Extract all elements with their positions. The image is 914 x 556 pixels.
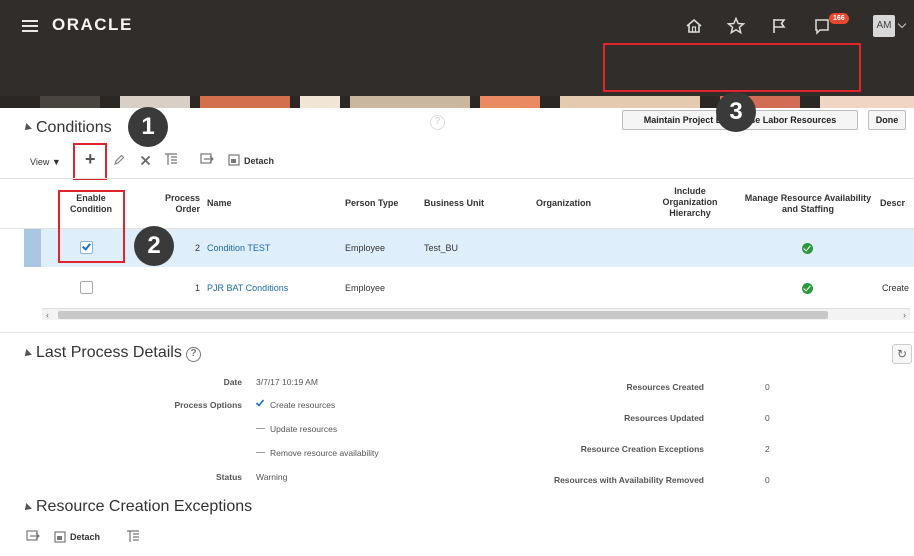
col-organization[interactable]: Organization: [536, 198, 591, 209]
refresh-icon[interactable]: ↻: [892, 344, 912, 364]
help-icon[interactable]: ?: [186, 347, 201, 362]
row-selector[interactable]: [24, 229, 41, 267]
detach-icon[interactable]: [54, 531, 66, 543]
description-cell: Create: [882, 283, 910, 293]
enable-condition-checkbox[interactable]: [80, 281, 93, 294]
option-remove-availability: Remove resource availability: [270, 448, 379, 458]
col-manage-resource[interactable]: Manage Resource Availability and Staffin…: [742, 193, 874, 215]
process-order-cell: 2: [194, 243, 200, 253]
maintain-button-highlight: [603, 43, 861, 92]
edit-pencil-icon[interactable]: [113, 154, 125, 166]
help-icon[interactable]: ?: [430, 115, 445, 130]
col-person-type[interactable]: Person Type: [345, 198, 398, 209]
detach-icon[interactable]: [228, 154, 240, 166]
scroll-left-icon[interactable]: ‹: [46, 310, 49, 320]
option-checked-icon: [255, 399, 265, 407]
status-value: Warning: [256, 472, 288, 482]
person-type-cell: Employee: [345, 243, 386, 253]
chevron-down-icon[interactable]: [897, 19, 907, 29]
option-create-resources: Create resources: [270, 400, 336, 410]
date-label: Date: [223, 377, 242, 387]
wrap-icon[interactable]: [26, 530, 40, 543]
stat-value: 2: [765, 444, 770, 454]
col-include-hierarchy[interactable]: Include Organization Hierarchy: [648, 186, 732, 219]
user-avatar[interactable]: AM: [873, 15, 895, 37]
detach-button[interactable]: Detach: [70, 532, 100, 542]
view-menu[interactable]: View ▼: [30, 157, 61, 167]
stat-value: 0: [765, 475, 770, 485]
option-unchecked-icon: [256, 428, 265, 429]
oracle-logo: ORACLE: [52, 15, 133, 34]
scroll-right-icon[interactable]: ›: [903, 310, 906, 320]
table-header-divider-top: [0, 178, 914, 179]
done-button[interactable]: Done: [868, 110, 906, 130]
success-check-icon: [802, 283, 813, 294]
scrollbar-thumb[interactable]: [58, 311, 828, 319]
collapse-process-details-icon[interactable]: [22, 349, 32, 359]
process-order-cell: 1: [194, 283, 200, 293]
hamburger-menu-icon[interactable]: [22, 20, 38, 32]
callout-3: 3: [716, 92, 756, 132]
last-process-title: Last Process Details: [36, 344, 182, 361]
condition-name-link[interactable]: PJR BAT Conditions: [207, 283, 288, 293]
date-value: 3/7/17 10:19 AM: [256, 377, 318, 387]
enable-condition-highlight: [58, 190, 125, 263]
section-divider: [0, 332, 914, 333]
delete-icon[interactable]: [140, 155, 151, 166]
horizontal-scrollbar[interactable]: ‹ ›: [42, 308, 910, 320]
condition-name-link[interactable]: Condition TEST: [207, 243, 270, 253]
exceptions-title: Resource Creation Exceptions: [36, 498, 253, 515]
collapse-exceptions-icon[interactable]: [22, 503, 32, 513]
add-icon[interactable]: +: [85, 149, 96, 170]
freeze-icon[interactable]: [126, 530, 140, 543]
stat-label: Resource Creation Exceptions: [580, 444, 704, 454]
col-business-unit[interactable]: Business Unit: [424, 198, 484, 209]
stat-label: Resources with Availability Removed: [553, 475, 704, 485]
callout-2: 2: [134, 226, 174, 266]
status-label: Status: [216, 472, 242, 482]
stat-label: Resources Created: [626, 382, 704, 392]
stat-value: 0: [765, 413, 770, 423]
option-unchecked-icon: [256, 452, 265, 453]
watchlist-flag-icon[interactable]: [769, 16, 789, 36]
col-description[interactable]: Descr: [880, 198, 905, 209]
stat-value: 0: [765, 382, 770, 392]
option-update-resources: Update resources: [270, 424, 338, 434]
home-icon[interactable]: [684, 16, 704, 36]
decorative-banner: [0, 96, 914, 108]
callout-1: 1: [128, 107, 168, 147]
favorites-star-icon[interactable]: [726, 16, 746, 36]
conditions-title: Conditions: [36, 119, 112, 136]
business-unit-cell: Test_BU: [424, 243, 459, 253]
process-options-label: Process Options: [174, 400, 242, 410]
col-process-order[interactable]: Process Order: [152, 193, 200, 215]
person-type-cell: Employee: [345, 283, 386, 293]
stat-label: Resources Updated: [624, 413, 704, 423]
wrap-icon[interactable]: [200, 153, 214, 166]
col-name[interactable]: Name: [207, 198, 232, 209]
detach-button[interactable]: Detach: [244, 156, 274, 166]
notification-count-badge: 166: [829, 13, 849, 24]
success-check-icon: [802, 243, 813, 254]
freeze-icon[interactable]: [164, 153, 178, 166]
